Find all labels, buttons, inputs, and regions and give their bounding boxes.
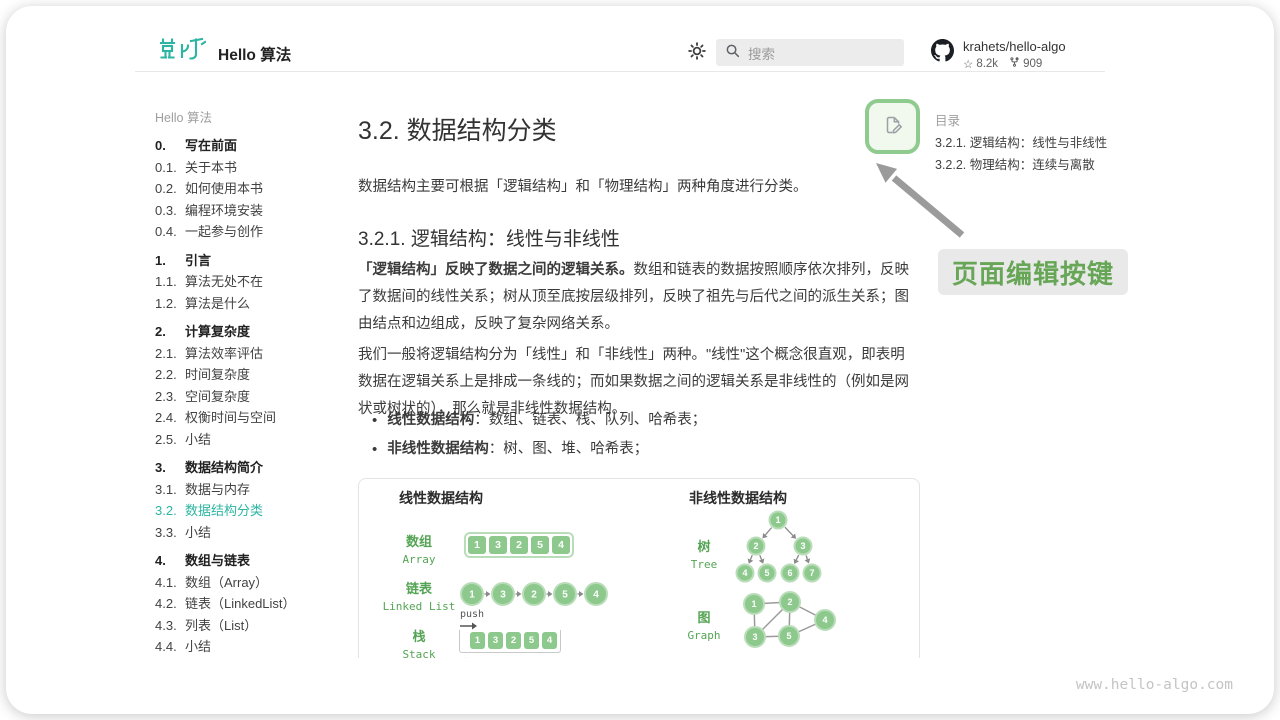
svg-text:5: 5 bbox=[562, 590, 568, 601]
sidebar-item-43[interactable]: 4.3.列表（List） bbox=[155, 615, 340, 637]
star-count: 8.2k bbox=[976, 58, 998, 70]
page-edit-button[interactable] bbox=[865, 99, 920, 154]
sidebar-section-2[interactable]: 2.计算复杂度 bbox=[155, 321, 340, 343]
label-array: 数组 Array bbox=[374, 531, 464, 566]
label-tree: 树 Tree bbox=[669, 536, 739, 571]
sidebar-item-02[interactable]: 0.2.如何使用本书 bbox=[155, 178, 340, 200]
annotation-label: 页面编辑按键 bbox=[938, 249, 1128, 295]
paragraph-logical-structure: 「逻辑结构」反映了数据之间的逻辑关系。数组和链表的数据按照顺序依次排列，反映了数… bbox=[358, 257, 910, 338]
cell-value: 5 bbox=[524, 632, 539, 649]
sidebar-item-01[interactable]: 0.1.关于本书 bbox=[155, 157, 340, 179]
figure-data-structure-classification: 线性数据结构 非线性数据结构 数组 Array 13254 链表 Linked … bbox=[358, 478, 920, 658]
site-title: Hello 算法 bbox=[218, 43, 291, 65]
repo-stats: ☆ 8.2k 909 bbox=[963, 56, 1066, 71]
fork-count: 909 bbox=[1023, 58, 1042, 70]
bullet-list: 线性数据结构：数组、链表、栈、队列、哈希表； 非线性数据结构：树、图、堆、哈希表； bbox=[372, 413, 706, 471]
cell-value: 3 bbox=[489, 536, 507, 554]
svg-text:1: 1 bbox=[469, 590, 475, 601]
figure-linear-title: 线性数据结构 bbox=[399, 488, 483, 508]
search-input[interactable]: 搜索 bbox=[716, 39, 904, 66]
sidebar-item-32[interactable]: 3.2.数据结构分类 bbox=[155, 500, 340, 522]
svg-text:1: 1 bbox=[775, 515, 780, 525]
theme-toggle-button[interactable] bbox=[687, 42, 707, 62]
sidebar-item-25[interactable]: 2.5.小结 bbox=[155, 429, 340, 451]
sidebar-section-1[interactable]: 1.引言 bbox=[155, 250, 340, 272]
pop-arrow-icon bbox=[460, 656, 478, 658]
svg-text:1: 1 bbox=[751, 599, 756, 609]
push-label: push bbox=[460, 609, 484, 620]
graph-graphic: 1 2 3 4 5 bbox=[737, 587, 843, 656]
tree-graphic: 1 2 3 4 5 6 7 bbox=[731, 507, 826, 594]
header-divider bbox=[135, 71, 1105, 72]
svg-text:4: 4 bbox=[593, 590, 599, 601]
svg-text:3: 3 bbox=[800, 541, 805, 551]
star-icon: ☆ bbox=[963, 57, 973, 71]
sidebar-item-23[interactable]: 2.3.空间复杂度 bbox=[155, 386, 340, 408]
sidebar-item-12[interactable]: 1.2.算法是什么 bbox=[155, 293, 340, 315]
page-title: 3.2. 数据结构分类 bbox=[358, 111, 557, 147]
svg-text:4: 4 bbox=[742, 568, 747, 578]
figure-nonlinear-title: 非线性数据结构 bbox=[689, 488, 787, 508]
sidebar-item-41[interactable]: 4.1.数组（Array） bbox=[155, 572, 340, 594]
fork-icon bbox=[1009, 56, 1020, 71]
sidebar-item-22[interactable]: 2.2.时间复杂度 bbox=[155, 364, 340, 386]
sidebar-nav: Hello 算法 0.写在前面0.1.关于本书0.2.如何使用本书0.3.编程环… bbox=[155, 107, 340, 658]
svg-text:5: 5 bbox=[764, 568, 769, 578]
sidebar-section-3[interactable]: 3.数据结构简介 bbox=[155, 457, 340, 479]
cell-value: 4 bbox=[542, 632, 557, 649]
search-icon bbox=[725, 43, 740, 63]
annotation-arrow bbox=[858, 152, 978, 247]
brightness-icon bbox=[688, 48, 706, 63]
sidebar-item-03[interactable]: 0.3.编程环境安装 bbox=[155, 200, 340, 222]
array-graphic: 13254 bbox=[464, 532, 574, 558]
linked-list-graphic: 1 3 2 5 4 bbox=[459, 581, 609, 612]
sidebar-item-21[interactable]: 2.1.算法效率评估 bbox=[155, 343, 340, 365]
sidebar-item-33[interactable]: 3.3.小结 bbox=[155, 522, 340, 544]
label-stack: 栈 Stack bbox=[374, 626, 464, 658]
cell-value: 1 bbox=[468, 536, 486, 554]
svg-text:6: 6 bbox=[787, 568, 792, 578]
intro-paragraph: 数据结构主要可根据「逻辑结构」和「物理结构」两种角度进行分类。 bbox=[358, 174, 910, 200]
sidebar-item-11[interactable]: 1.1.算法无处不在 bbox=[155, 271, 340, 293]
svg-text:2: 2 bbox=[787, 597, 792, 607]
cell-value: 5 bbox=[531, 536, 549, 554]
sidebar-section-0[interactable]: 0.写在前面 bbox=[155, 135, 340, 157]
paragraph-linear-nonlinear: 我们一般将逻辑结构分为「线性」和「非线性」两种。"线性"这个概念很直观，即表明数… bbox=[358, 342, 910, 423]
github-icon bbox=[931, 39, 954, 71]
label-linked-list: 链表 Linked List bbox=[374, 578, 464, 613]
cell-value: 4 bbox=[552, 536, 570, 554]
bullet-item-1: 线性数据结构：数组、链表、栈、队列、哈希表； bbox=[372, 413, 706, 428]
toc-item-1[interactable]: 3.2.1. 逻辑结构：线性与非线性 bbox=[935, 132, 1107, 154]
svg-text:2: 2 bbox=[753, 541, 758, 551]
svg-text:2: 2 bbox=[531, 590, 537, 601]
bullet-item-2: 非线性数据结构：树、图、堆、哈希表； bbox=[372, 442, 706, 457]
sidebar-item-24[interactable]: 2.4.权衡时间与空间 bbox=[155, 407, 340, 429]
cell-value: 3 bbox=[488, 632, 503, 649]
sidebar-section-4[interactable]: 4.数组与链表 bbox=[155, 550, 340, 572]
sidebar-title: Hello 算法 bbox=[155, 107, 340, 126]
sidebar-item-31[interactable]: 3.1.数据与内存 bbox=[155, 479, 340, 501]
sidebar-item-44[interactable]: 4.4.小结 bbox=[155, 636, 340, 658]
section-heading: 3.2.1. 逻辑结构：线性与非线性 bbox=[358, 224, 620, 251]
toc-title: 目录 bbox=[935, 110, 960, 129]
repo-name: krahets/hello-algo bbox=[963, 39, 1066, 55]
search-placeholder: 搜索 bbox=[748, 43, 775, 63]
site-url: www.hello-algo.com bbox=[0, 677, 1233, 693]
svg-text:3: 3 bbox=[752, 632, 757, 642]
svg-text:5: 5 bbox=[786, 631, 791, 641]
cell-value: 2 bbox=[510, 536, 528, 554]
github-repo-link[interactable]: krahets/hello-algo ☆ 8.2k 909 bbox=[931, 39, 1066, 71]
edit-page-icon bbox=[882, 114, 904, 139]
sidebar-item-42[interactable]: 4.2.链表（LinkedList） bbox=[155, 593, 340, 615]
hello-algo-logo[interactable] bbox=[158, 36, 206, 64]
cell-value: 1 bbox=[470, 632, 485, 649]
sidebar-item-04[interactable]: 0.4.一起参与创作 bbox=[155, 221, 340, 243]
label-graph: 图 Graph bbox=[669, 607, 739, 642]
stack-graphic: 13254 bbox=[459, 630, 561, 653]
svg-text:3: 3 bbox=[500, 590, 506, 601]
cell-value: 2 bbox=[506, 632, 521, 649]
svg-text:7: 7 bbox=[809, 568, 814, 578]
svg-text:4: 4 bbox=[822, 615, 827, 625]
